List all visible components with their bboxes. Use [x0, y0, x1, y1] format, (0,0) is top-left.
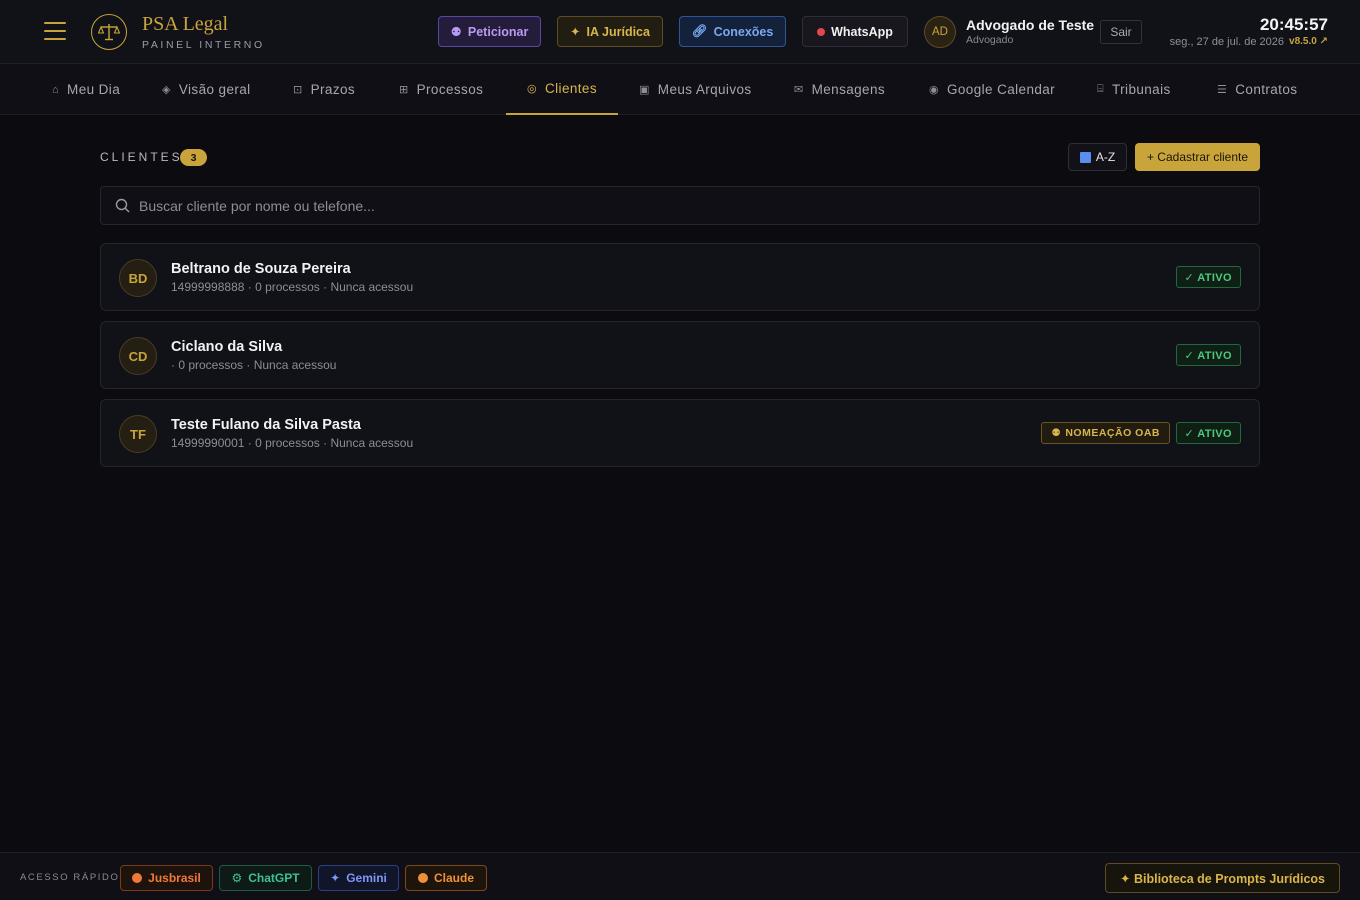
brand-name: PSA Legal — [142, 13, 229, 35]
nav-item-processos[interactable]: ⊞ Processos — [399, 64, 483, 115]
nav-item-contratos[interactable]: ☰ Contratos — [1217, 64, 1297, 115]
version-link[interactable]: v8.5.0 ↗ — [1289, 36, 1328, 48]
peticionar-button[interactable]: ⚉ Peticionar — [438, 16, 541, 47]
claude-link[interactable]: Claude — [405, 865, 487, 891]
status-badge: ✓ ATIVO — [1175, 266, 1241, 288]
nav-item-meu-dia[interactable]: ⌂ Meu Dia — [52, 64, 120, 115]
diamond-icon: ◈ — [162, 84, 171, 96]
robot-icon: ⚉ — [450, 25, 462, 39]
ia-juridica-button[interactable]: ✦ IA Jurídica — [557, 16, 663, 47]
client-count-badge: 3 — [180, 149, 207, 166]
top-header: PSA Legal PAINEL INTERNO ⚉ Peticionar ✦ IA… — [0, 0, 1360, 64]
quick-access-footer: ACESSO RÁPIDO Jusbrasil ⚙ ChatGPT ✦ Gemini… — [0, 852, 1360, 900]
jusbrasil-icon — [132, 873, 143, 883]
client-meta: · 0 processos · Nunca acessou — [171, 358, 337, 372]
user-avatar[interactable]: AD — [924, 16, 956, 48]
search-icon — [115, 198, 130, 213]
search-input[interactable] — [139, 187, 1239, 224]
clients-icon: ◎ — [527, 83, 537, 95]
nav-item-meus-arquivos[interactable]: ▣ Meus Arquivos — [639, 64, 752, 115]
search-box — [100, 186, 1260, 225]
chatgpt-icon: ⚙ — [231, 871, 243, 885]
main-nav: ⌂ Meu Dia ◈ Visão geral ⊡ Prazos ⊞ Processos… — [0, 64, 1360, 115]
jusbrasil-link[interactable]: Jusbrasil — [120, 865, 213, 891]
document-icon: ☰ — [1217, 84, 1228, 96]
client-avatar: CD — [119, 337, 157, 375]
client-name: Beltrano de Souza Pereira — [171, 261, 351, 277]
gemini-icon: ✦ — [330, 871, 341, 885]
client-meta: 14999998888 · 0 processos · Nunca acesso… — [171, 280, 414, 294]
sort-az-button[interactable]: A-Z — [1068, 143, 1127, 171]
nav-item-mensagens[interactable]: ✉ Mensagens — [794, 64, 885, 115]
add-client-button[interactable]: + Cadastrar cliente — [1135, 143, 1260, 171]
quick-access-label: ACESSO RÁPIDO — [20, 872, 120, 883]
client-card[interactable]: CD Ciclano da Silva · 0 processos · Nunc… — [100, 321, 1260, 389]
user-name: Advogado de Teste — [966, 17, 1095, 33]
robot-icon: ⚉ — [1051, 427, 1062, 439]
status-badge: ✓ ATIVO — [1175, 344, 1241, 366]
client-name: Ciclano da Silva — [171, 339, 283, 355]
conexoes-button[interactable]: 🔗︎ Conexões — [679, 16, 786, 47]
status-dot-icon — [817, 27, 826, 36]
current-date: seg., 27 de jul. de 2026 — [1169, 36, 1285, 48]
scales-logo-icon — [91, 14, 127, 50]
home-icon: ⌂ — [52, 83, 60, 96]
nav-item-tribunais[interactable]: ⌸ Tribunais — [1097, 64, 1171, 115]
court-icon: ⌸ — [1097, 83, 1104, 95]
section-title: CLIENTES — [100, 150, 183, 164]
logout-button[interactable]: Sair — [1100, 20, 1142, 44]
claude-icon — [417, 873, 428, 883]
client-avatar: TF — [119, 415, 157, 453]
client-meta: 14999990001 · 0 processos · Nunca acesso… — [171, 436, 414, 450]
clock: 20:45:57 — [1259, 15, 1328, 34]
nav-item-clientes[interactable]: ◎ Clientes — [506, 64, 618, 115]
client-card[interactable]: BD Beltrano de Souza Pereira 14999998888… — [100, 243, 1260, 311]
chatgpt-link[interactable]: ⚙ ChatGPT — [219, 865, 312, 891]
client-card[interactable]: TF Teste Fulano da Silva Pasta 149999900… — [100, 399, 1260, 467]
date-line: seg., 27 de jul. de 2026 v8.5.0 ↗ — [1170, 36, 1328, 48]
menu-hamburger-icon[interactable] — [44, 22, 66, 42]
grid-icon: ⊞ — [399, 84, 409, 96]
client-avatar: BD — [119, 259, 157, 297]
folder-icon: ▣ — [639, 84, 650, 96]
sort-icon — [1079, 151, 1091, 163]
status-badge: ✓ ATIVO — [1175, 422, 1241, 444]
link-icon: 🔗︎ — [691, 24, 708, 38]
nav-item-google-calendar[interactable]: ◉ Google Calendar — [929, 64, 1055, 115]
nav-item-visao-geral[interactable]: ◈ Visão geral — [162, 64, 251, 115]
client-name: Teste Fulano da Silva Pasta — [171, 417, 361, 433]
brand-subtitle: PAINEL INTERNO — [142, 39, 265, 51]
nav-item-prazos[interactable]: ⊡ Prazos — [293, 64, 355, 115]
calendar-icon: ◉ — [929, 84, 939, 96]
prompt-library-button[interactable]: ✦ Biblioteca de Prompts Jurídicos — [1105, 863, 1340, 893]
mail-icon: ✉ — [794, 84, 804, 96]
user-role: Advogado — [966, 34, 1014, 46]
calendar-square-icon: ⊡ — [293, 84, 303, 96]
sparkle-icon: ✦ — [570, 25, 581, 39]
whatsapp-button[interactable]: WhatsApp — [802, 16, 908, 47]
gemini-link[interactable]: ✦ Gemini — [318, 865, 399, 891]
nomeacao-oab-badge: ⚉ NOMEAÇÃO OAB — [1041, 422, 1170, 444]
